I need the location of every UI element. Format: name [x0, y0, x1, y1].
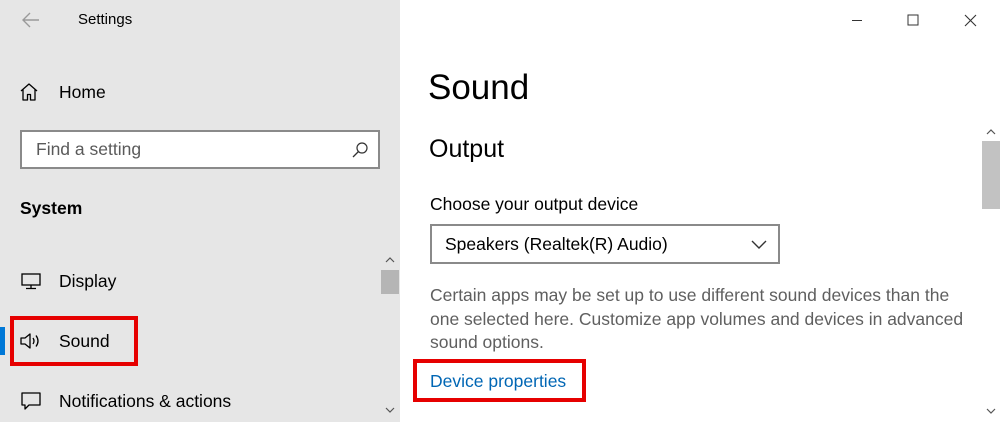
- close-icon: [964, 14, 976, 26]
- output-description: Certain apps may be set up to use differ…: [430, 285, 964, 352]
- minimize-button[interactable]: [843, 6, 871, 34]
- scroll-down-icon[interactable]: [982, 403, 1000, 419]
- sidebar: Settings Home System Display: [0, 0, 400, 422]
- output-device-value: Speakers (Realtek(R) Audio): [445, 233, 668, 254]
- minimize-icon: [852, 20, 862, 21]
- maximize-button[interactable]: [899, 6, 927, 34]
- app-title: Settings: [78, 11, 133, 28]
- sidebar-item-home[interactable]: Home: [18, 78, 106, 106]
- highlight-box-device-properties: [413, 359, 586, 402]
- sidebar-item-label: Display: [59, 270, 117, 291]
- main-scrollbar-thumb[interactable]: [982, 141, 1000, 209]
- section-heading-output: Output: [429, 135, 505, 163]
- scroll-down-icon[interactable]: [381, 402, 398, 418]
- close-button[interactable]: [956, 6, 984, 34]
- scroll-up-icon[interactable]: [381, 252, 398, 266]
- search-icon[interactable]: [342, 132, 378, 168]
- sidebar-item-label: Notifications & actions: [59, 390, 232, 411]
- home-label: Home: [59, 81, 106, 102]
- output-device-label: Choose your output device: [430, 194, 639, 214]
- sidebar-item-display[interactable]: Display: [0, 261, 376, 301]
- maximize-icon: [907, 14, 919, 26]
- sidebar-scrollbar-thumb[interactable]: [381, 270, 399, 294]
- chevron-down-icon: [751, 240, 767, 249]
- home-icon: [20, 83, 38, 101]
- page-title: Sound: [428, 68, 530, 107]
- search-input[interactable]: [36, 139, 342, 160]
- monitor-icon: [19, 269, 43, 293]
- scroll-up-icon[interactable]: [982, 123, 1000, 139]
- highlight-box-sound: [10, 316, 138, 366]
- notification-icon: [19, 389, 43, 413]
- sidebar-item-notifications[interactable]: Notifications & actions: [0, 381, 376, 421]
- back-arrow-icon: [22, 12, 39, 28]
- back-button[interactable]: [18, 8, 44, 32]
- output-device-dropdown[interactable]: Speakers (Realtek(R) Audio): [430, 224, 780, 264]
- search-box[interactable]: [20, 130, 380, 169]
- section-title: System: [20, 198, 83, 218]
